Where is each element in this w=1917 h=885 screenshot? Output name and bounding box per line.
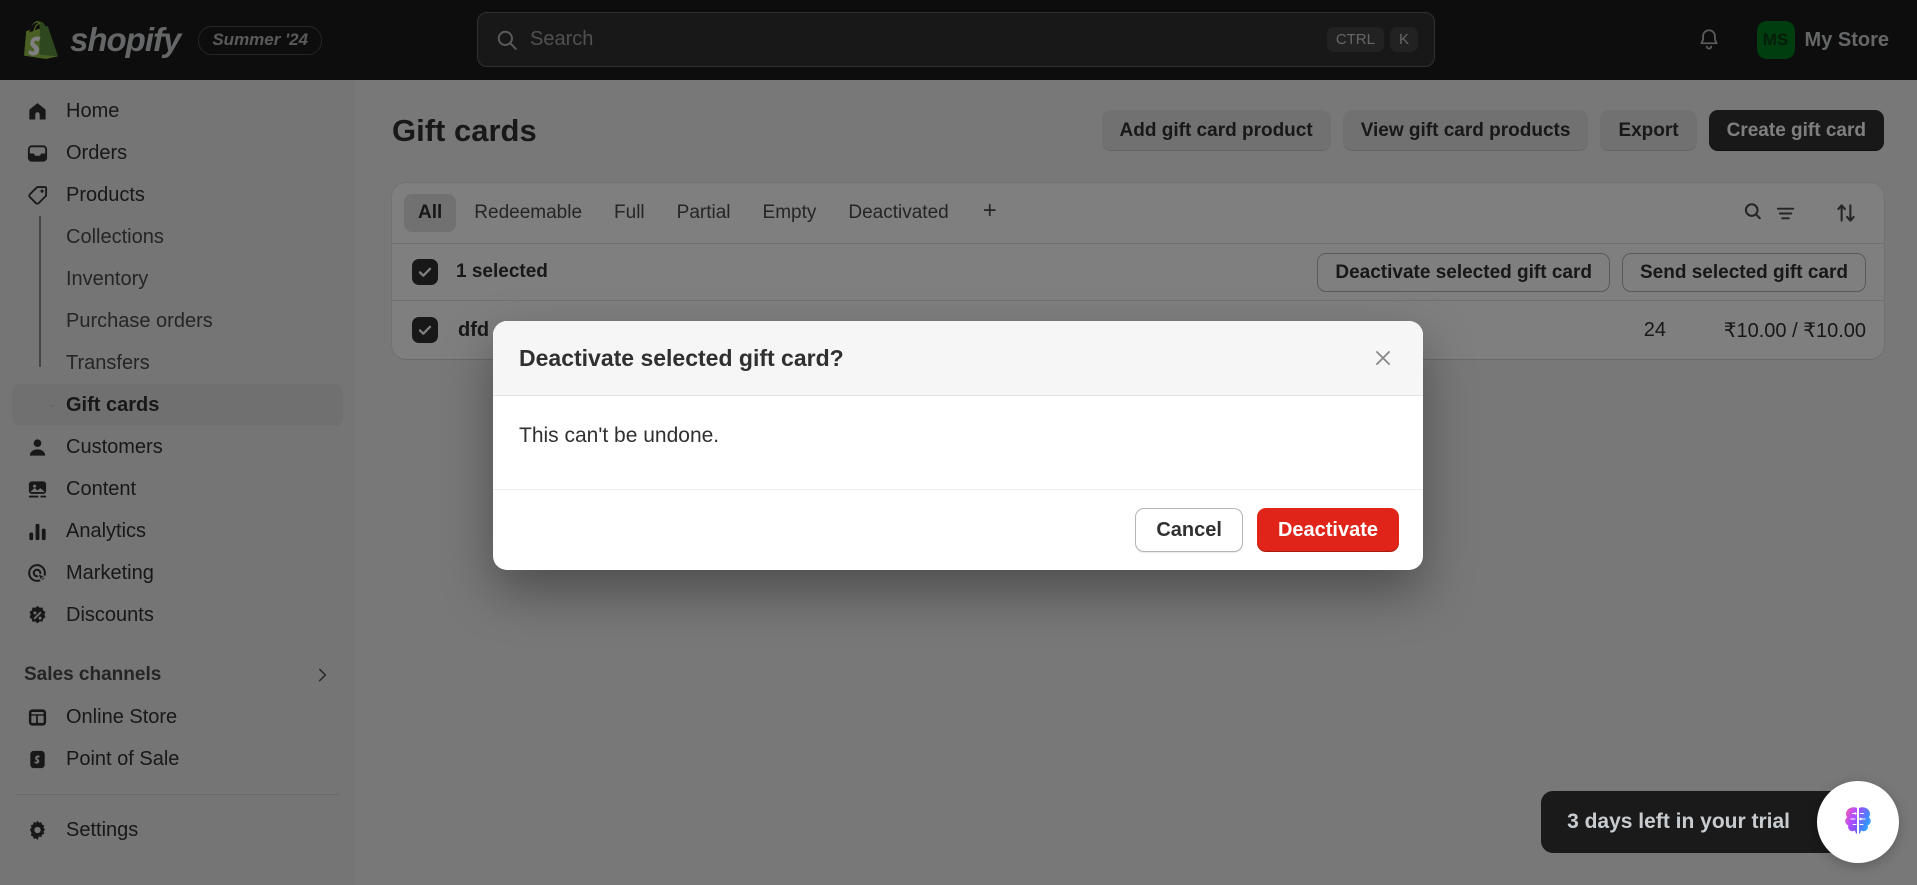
modal-header: Deactivate selected gift card? — [493, 321, 1423, 396]
modal-title: Deactivate selected gift card? — [519, 344, 844, 371]
trial-banner-label: 3 days left in your trial — [1567, 810, 1790, 833]
modal-close-button[interactable] — [1365, 340, 1401, 376]
modal-footer: Cancel Deactivate — [493, 490, 1423, 569]
assistant-button[interactable] — [1817, 781, 1899, 863]
modal-message: This can't be undone. — [519, 424, 720, 447]
brain-assistant-icon — [1845, 807, 1871, 834]
deactivate-button[interactable]: Deactivate — [1256, 507, 1399, 552]
close-icon — [1376, 351, 1390, 365]
shopify-admin-app: shopify Summer '24 CTRL K — [0, 0, 1917, 885]
cancel-button[interactable]: Cancel — [1135, 507, 1243, 552]
modal-body: This can't be undone. — [493, 396, 1423, 490]
deactivate-confirmation-modal: Deactivate selected gift card? This can'… — [493, 321, 1423, 570]
